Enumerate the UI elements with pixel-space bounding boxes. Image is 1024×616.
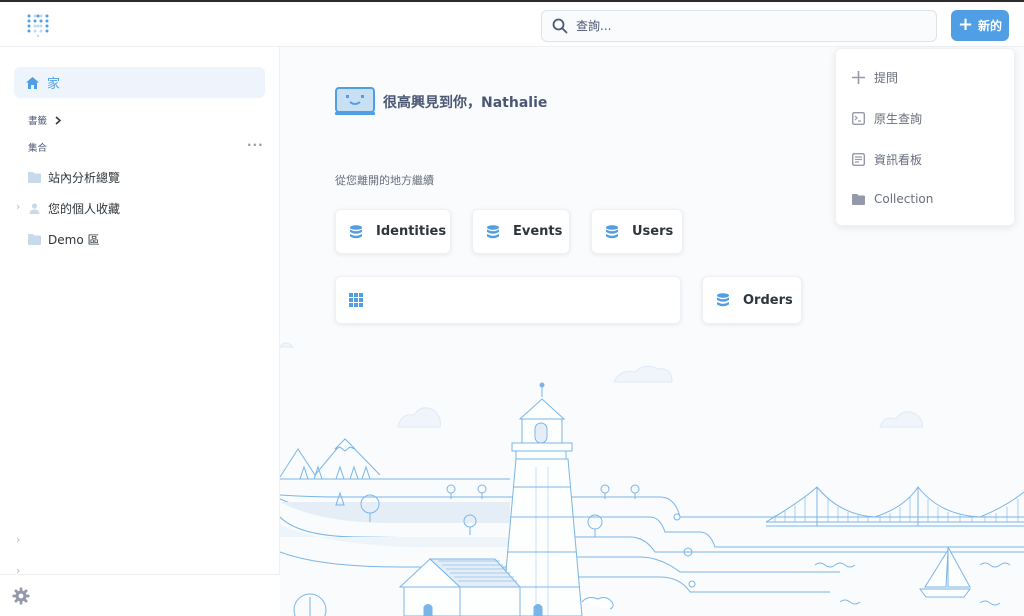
recent-item-card[interactable]: Identities <box>335 209 451 254</box>
card-label: Identities <box>376 224 447 239</box>
recent-item-card[interactable] <box>335 276 681 324</box>
database-icon <box>350 224 362 238</box>
home-icon <box>26 76 39 89</box>
chevron-right-icon <box>55 115 62 125</box>
top-navbar: + 新的 <box>0 0 1024 47</box>
folder-icon <box>28 172 41 183</box>
card-label: Events <box>513 224 563 239</box>
sparkle-icon <box>852 71 865 84</box>
sidebar-item-home[interactable]: 家 <box>14 67 265 98</box>
new-button[interactable]: + 新的 <box>951 10 1009 41</box>
database-icon <box>606 224 618 238</box>
search-input[interactable] <box>576 19 916 33</box>
database-icon <box>717 293 729 307</box>
new-button-label: 新的 <box>978 19 1003 33</box>
sidebar: 家 書籤 集合 ··· 站內分析總覽 › 您的個人收藏 Demo 區 › › <box>0 47 280 616</box>
collections-options-icon[interactable]: ··· <box>247 138 264 152</box>
menu-item-label: Collection <box>874 192 934 206</box>
dashboard-icon <box>852 153 865 166</box>
menu-item-collection[interactable]: Collection <box>852 192 933 206</box>
sidebar-item-personal-collection[interactable]: 您的個人收藏 <box>28 200 120 217</box>
search-icon <box>552 18 568 34</box>
metabase-logo-icon[interactable] <box>26 13 50 37</box>
recent-item-card[interactable]: Users <box>591 209 683 254</box>
metabot-icon <box>335 87 375 115</box>
collection-label: 您的個人收藏 <box>48 202 121 216</box>
menu-item-question[interactable]: 提問 <box>852 69 898 86</box>
new-menu-dropdown: 提問 原生查詢 資訊看板 Collection <box>835 48 1015 226</box>
menu-item-label: 原生查詢 <box>874 112 923 126</box>
menu-item-label: 資訊看板 <box>874 153 923 167</box>
folder-icon <box>852 193 865 205</box>
bookmarks-label: 書籤 <box>28 116 48 127</box>
menu-item-native-query[interactable]: 原生查詢 <box>852 110 922 127</box>
gear-icon[interactable] <box>12 587 30 605</box>
sidebar-item-collection[interactable]: Demo 區 <box>28 231 99 248</box>
recent-item-card[interactable]: Orders <box>702 276 802 324</box>
collections-header: 集合 <box>28 143 48 154</box>
sidebar-footer <box>0 574 280 616</box>
expand-caret-icon[interactable]: › <box>16 533 20 546</box>
database-icon <box>487 224 499 238</box>
sql-icon <box>852 112 865 125</box>
greeting-text: 很高興見到你，Nathalie <box>383 94 548 111</box>
collection-label: Demo 區 <box>48 233 100 247</box>
recent-item-card[interactable]: Events <box>472 209 570 254</box>
folder-icon <box>28 234 41 245</box>
search-bar[interactable] <box>541 10 937 42</box>
card-label: Users <box>632 224 674 239</box>
table-grid-icon <box>349 293 363 307</box>
expand-caret-icon[interactable]: › <box>16 200 20 213</box>
home-label: 家 <box>47 77 61 92</box>
collection-label: 站內分析總覽 <box>48 171 121 185</box>
bookmarks-header[interactable]: 書籤 <box>28 113 62 127</box>
continue-heading: 從您離開的地方繼續 <box>335 174 434 187</box>
menu-item-dashboard[interactable]: 資訊看板 <box>852 151 922 168</box>
card-label: Orders <box>743 292 793 308</box>
greeting: 很高興見到你，Nathalie <box>335 87 547 116</box>
plus-icon: + <box>957 13 974 35</box>
person-icon <box>29 203 40 214</box>
sidebar-item-collection[interactable]: 站內分析總覽 <box>28 169 120 186</box>
menu-item-label: 提問 <box>874 71 899 85</box>
